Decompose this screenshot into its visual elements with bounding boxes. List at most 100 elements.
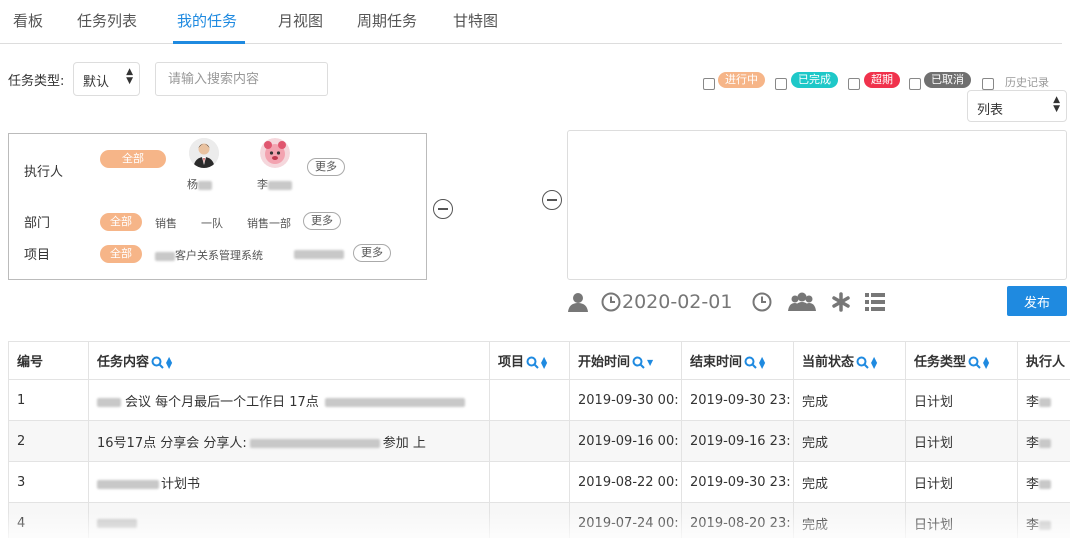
project-more-button[interactable]: 更多 [353, 244, 391, 262]
cell-end-time: 2019-09-30 23: [681, 461, 794, 503]
sort-desc-icon[interactable]: ▼ [647, 358, 653, 366]
search-icon[interactable] [856, 356, 869, 369]
cell-end-time: 2019-08-20 23: [681, 502, 794, 538]
tab-my-tasks[interactable]: 我的任务 [177, 10, 237, 31]
department-more-button[interactable]: 更多 [303, 212, 341, 230]
column-header-id[interactable]: 编号 [8, 341, 89, 380]
due-date-text[interactable]: 2020-02-01 [622, 291, 732, 313]
tab-task-list[interactable]: 任务列表 [77, 10, 137, 31]
cell-status: 完成 [793, 461, 906, 503]
search-icon[interactable] [632, 356, 645, 369]
tab-kanban[interactable]: 看板 [13, 10, 43, 31]
project-option-2[interactable] [294, 247, 344, 260]
project-label: 项目 [24, 248, 51, 263]
cell-task-type: 日计划 [905, 379, 1018, 421]
pink-character-avatar-icon [260, 138, 290, 168]
table-row[interactable]: 2 16号17点 分享会 分享人: 参加 上 2019-09-16 00: 201… [8, 420, 1070, 462]
department-option-sales[interactable]: 销售 [155, 215, 177, 231]
tab-gantt[interactable]: 甘特图 [453, 10, 498, 31]
status-checkbox-completed[interactable] [775, 78, 787, 90]
project-all-chip[interactable]: 全部 [100, 245, 142, 263]
cell-project [489, 379, 570, 421]
cell-start-time: 2019-08-22 00: [569, 461, 682, 503]
cell-end-time: 2019-09-30 23: [681, 379, 794, 421]
column-header-content[interactable]: 任务内容 ▲ ▼ [88, 341, 490, 380]
executor-name-1: 杨 [187, 176, 212, 192]
cell-project [489, 420, 570, 462]
executor-more-button[interactable]: 更多 [307, 158, 345, 176]
group-icon[interactable] [787, 291, 817, 313]
task-table: 编号 任务内容 ▲ ▼ 项目 ▲ ▼ 开始时间 ▼ 结束时间 ▲ ▼ 当前状态 ▲ ▼ 任务类型 ▲… [8, 341, 1070, 538]
department-all-chip[interactable]: 全部 [100, 213, 142, 231]
status-badge-completed: 已完成 [791, 72, 838, 88]
alarm-icon[interactable] [752, 292, 772, 312]
cell-executor: 李 [1017, 461, 1070, 503]
status-checkbox-cancelled[interactable] [909, 78, 921, 90]
status-checkbox-history[interactable] [982, 78, 994, 90]
cell-start-time: 2019-07-24 00: [569, 502, 682, 538]
search-icon[interactable] [151, 356, 164, 369]
sort-icon[interactable]: ▲ ▼ [871, 355, 877, 369]
collapse-filter-icon[interactable] [433, 199, 453, 219]
list-icon[interactable] [864, 291, 886, 313]
executor-avatar-2[interactable] [260, 138, 290, 168]
person-suit-avatar-icon [189, 138, 219, 168]
cell-id: 1 [8, 379, 89, 421]
executor-label: 执行人 [24, 165, 64, 180]
cell-executor: 李 [1017, 379, 1070, 421]
task-type-label: 任务类型: [8, 74, 65, 89]
table-row[interactable]: 3 计划书 2019-08-22 00: 2019-09-30 23: 完成 日… [8, 461, 1070, 503]
department-label: 部门 [24, 216, 51, 231]
cell-project [489, 502, 570, 538]
sort-icon[interactable]: ▲ ▼ [759, 355, 765, 369]
cell-status: 完成 [793, 379, 906, 421]
sort-icon[interactable]: ▲ ▼ [983, 355, 989, 369]
user-icon[interactable] [567, 291, 589, 313]
project-option-crm[interactable]: 客户关系管理系统 [155, 247, 263, 263]
column-header-executor[interactable]: 执行人 [1017, 341, 1070, 380]
table-header-row: 编号 任务内容 ▲ ▼ 项目 ▲ ▼ 开始时间 ▼ 结束时间 ▲ ▼ 当前状态 ▲ ▼ 任务类型 ▲… [8, 341, 1070, 380]
sort-icon[interactable]: ▲ ▼ [166, 355, 172, 369]
table-row[interactable]: 4 2019-07-24 00: 2019-08-20 23: 完成 日计划 李 [8, 502, 1070, 538]
cell-content: 会议 每个月最后一个工作日 17点 [88, 379, 490, 421]
cell-start-time: 2019-09-16 00: [569, 420, 682, 462]
search-input[interactable] [155, 62, 328, 96]
cell-content: 16号17点 分享会 分享人: 参加 上 [88, 420, 490, 462]
cell-id: 4 [8, 502, 89, 538]
department-option-team-one[interactable]: 一队 [201, 215, 223, 231]
clock-icon[interactable] [601, 292, 621, 312]
publish-button[interactable]: 发布 [1007, 286, 1067, 316]
task-type-select[interactable]: 默认 ▲ ▼ [73, 62, 140, 96]
status-checkbox-in-progress[interactable] [703, 78, 715, 90]
status-checkbox-overdue[interactable] [848, 78, 860, 90]
search-icon[interactable] [968, 356, 981, 369]
task-content-textarea[interactable] [567, 130, 1067, 280]
collapse-editor-icon[interactable] [542, 190, 562, 210]
asterisk-icon[interactable] [831, 292, 851, 312]
search-icon[interactable] [526, 356, 539, 369]
table-row[interactable]: 1 会议 每个月最后一个工作日 17点 2019-09-30 00: 2019-… [8, 379, 1070, 421]
cell-end-time: 2019-09-16 23: [681, 420, 794, 462]
sort-icon[interactable]: ▲ ▼ [541, 355, 547, 369]
cell-executor: 李 [1017, 420, 1070, 462]
history-label: 历史记录 [1005, 76, 1049, 89]
search-icon[interactable] [744, 356, 757, 369]
executor-all-chip[interactable]: 全部 [100, 150, 166, 168]
filter-panel: 执行人 全部 杨 李 更多 部门 全部 销售 一队 销售一部 更多 项目 全部 … [8, 133, 427, 280]
column-header-task-type[interactable]: 任务类型 ▲ ▼ [905, 341, 1018, 380]
column-header-end-time[interactable]: 结束时间 ▲ ▼ [681, 341, 794, 380]
tab-month-view[interactable]: 月视图 [278, 10, 323, 31]
cell-status: 完成 [793, 502, 906, 538]
column-header-project[interactable]: 项目 ▲ ▼ [489, 341, 570, 380]
department-option-sales-one[interactable]: 销售一部 [247, 215, 291, 231]
view-mode-value: 列表 [977, 103, 1004, 118]
column-header-status[interactable]: 当前状态 ▲ ▼ [793, 341, 906, 380]
cell-content [88, 502, 490, 538]
executor-avatar-1[interactable] [189, 138, 219, 168]
tab-recurring-tasks[interactable]: 周期任务 [357, 10, 417, 31]
cell-status: 完成 [793, 420, 906, 462]
column-header-start-time[interactable]: 开始时间 ▼ [569, 341, 682, 380]
cell-task-type: 日计划 [905, 461, 1018, 503]
cell-executor: 李 [1017, 502, 1070, 538]
view-mode-select[interactable]: 列表 ▲ ▼ [967, 90, 1067, 122]
